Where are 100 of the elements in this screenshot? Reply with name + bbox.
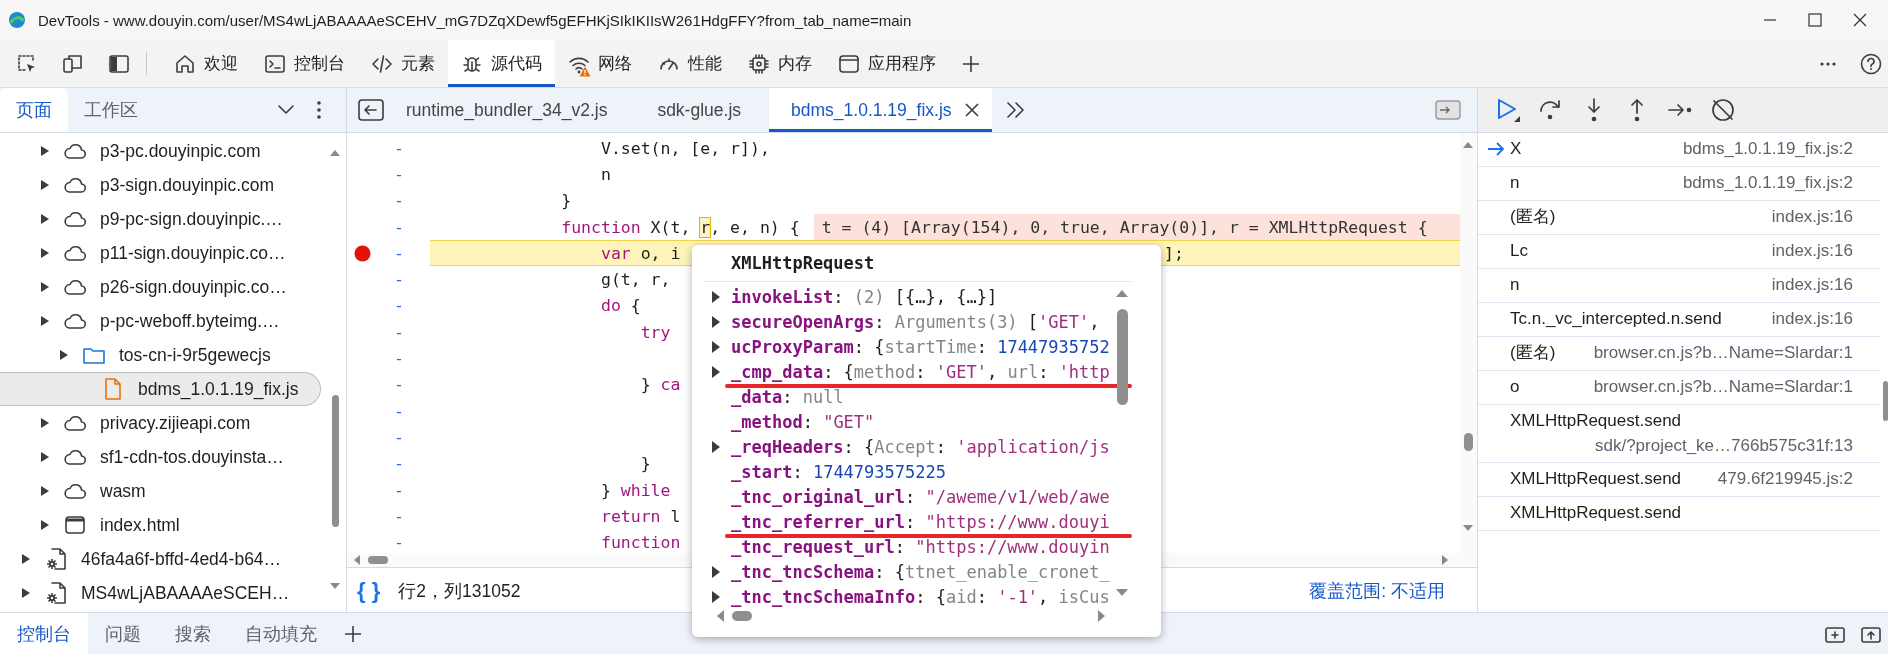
scroll-up-icon[interactable] — [1116, 289, 1128, 297]
tree-item[interactable]: tos-cn-i-9r5gewecjs — [0, 338, 321, 372]
maximize-icon[interactable] — [1808, 13, 1822, 27]
sidebar-tab[interactable]: 工作区 — [68, 88, 154, 132]
scroll-up-icon[interactable] — [1463, 141, 1473, 148]
code-line: ]; — [1164, 243, 1184, 263]
expand-triangle-icon[interactable] — [711, 564, 721, 579]
call-frame[interactable]: (匿名) index.js:16 — [1478, 201, 1880, 235]
expand-triangle-icon[interactable] — [711, 339, 721, 354]
add-panel-icon[interactable] — [961, 53, 981, 74]
line-number: - — [393, 191, 405, 211]
frame-location: browser.cn.js?b…Name=Slardar:1 — [1593, 342, 1853, 365]
breakpoint-marker[interactable] — [354, 244, 371, 262]
scroll-down-icon[interactable] — [330, 583, 340, 590]
scrollbar-thumb[interactable] — [1117, 309, 1128, 405]
cloud-icon — [63, 142, 87, 160]
drawer-tab[interactable]: 搜索 — [158, 613, 228, 654]
drawer-tab[interactable]: 自动填充 — [228, 613, 334, 654]
expand-triangle-icon[interactable] — [711, 289, 721, 304]
call-frame[interactable]: XMLHttpRequest.send — [1478, 497, 1880, 531]
tree-item[interactable]: p-pc-weboff.byteimg.… — [0, 304, 321, 338]
tree-item[interactable]: wasm — [0, 474, 321, 508]
panel-tab[interactable]: 欢迎 — [161, 40, 251, 87]
deactivate-breakpoints-icon[interactable] — [1710, 97, 1736, 123]
resume-icon[interactable] — [1495, 97, 1521, 123]
scrollbar-thumb[interactable] — [1464, 433, 1473, 451]
file-tab[interactable]: runtime_bundler_34_v2.js — [384, 88, 636, 132]
scroll-right-icon[interactable] — [1442, 555, 1449, 565]
drawer-tab[interactable]: 控制台 — [0, 613, 88, 654]
inline-value: t = (4) [Array(154), 0, true, Array(0)], r = XMLHttpRequest { — [813, 213, 1460, 241]
tree-item[interactable]: MS4wLjABAAAAeSCEH… — [0, 576, 321, 610]
tree-item[interactable]: bdms_1.0.1.19_fix.js — [0, 372, 321, 406]
more-tabs-icon[interactable] — [1005, 102, 1026, 118]
panel-tab[interactable]: 元素 — [358, 40, 448, 87]
toggle-debugger-icon[interactable] — [1435, 99, 1461, 121]
call-frame[interactable]: X bdms_1.0.1.19_fix.js:2 — [1478, 133, 1880, 167]
file-tab[interactable]: bdms_1.0.1.19_fix.js — [769, 88, 992, 132]
scrollbar-thumb[interactable] — [332, 395, 339, 527]
panel-tab[interactable]: 性能 — [645, 40, 735, 87]
line-number: - — [393, 480, 405, 500]
add-tab-icon[interactable] — [344, 624, 362, 643]
tree-item[interactable]: index.html — [0, 508, 321, 542]
frame-location: sdk/?project_ke…766b575c31f:13 — [1595, 434, 1853, 457]
scrollbar-thumb[interactable] — [732, 611, 752, 621]
frame-name: X — [1510, 138, 1522, 161]
panel-tab[interactable]: 源代码 — [448, 40, 555, 87]
more-icon[interactable] — [316, 100, 322, 120]
home-icon — [174, 52, 196, 75]
terminal-icon — [264, 52, 286, 75]
code-line: function — [599, 533, 681, 553]
scrollbar-thumb[interactable] — [368, 556, 388, 564]
call-frame[interactable]: o browser.cn.js?b…Name=Slardar:1 — [1478, 371, 1880, 405]
panel-tab[interactable]: 内存 — [735, 40, 825, 87]
help-icon[interactable] — [1860, 52, 1882, 75]
scroll-left-icon[interactable] — [353, 555, 360, 565]
expand-triangle-icon — [40, 519, 50, 531]
close-icon[interactable] — [1853, 13, 1867, 27]
expand-triangle-icon[interactable] — [711, 364, 721, 379]
panel-tab[interactable]: 应用程序 — [825, 40, 949, 87]
frame-name: (匿名) — [1510, 342, 1556, 365]
cloud-icon — [63, 210, 87, 228]
tree-item[interactable]: sf1-cdn-tos.douyinsta… — [0, 440, 321, 474]
property-row: _tnc_request_url: "https://www.douyin — [731, 536, 1110, 557]
tree-item[interactable]: p26-sign.douyinpic.co… — [0, 270, 321, 304]
tree-item[interactable]: 46fa4a6f-bffd-4ed4-b64… — [0, 542, 321, 576]
scroll-left-icon[interactable] — [716, 610, 724, 622]
call-frame[interactable]: Tc.n._vc_intercepted.n.send index.js:16 — [1478, 303, 1880, 337]
frame-location: index.js:16 — [1771, 308, 1853, 331]
call-frame[interactable]: XMLHttpRequest.send sdk/?project_ke…766b575c31f:13 — [1478, 405, 1880, 463]
scroll-up-icon[interactable] — [330, 149, 340, 156]
file-tab[interactable]: sdk-glue.js — [635, 88, 770, 132]
tree-item[interactable]: p3-pc.douyinpic.com — [0, 134, 321, 168]
tree-item[interactable]: p11-sign.douyinpic.co… — [0, 236, 321, 270]
expand-triangle-icon[interactable] — [711, 589, 721, 604]
sidebar-tab[interactable]: 页面 — [0, 88, 68, 132]
call-frame[interactable]: Lc index.js:16 — [1478, 235, 1880, 269]
sidebar-icon[interactable] — [108, 52, 130, 75]
expand-triangle-icon[interactable] — [711, 439, 721, 454]
line-number: - — [393, 270, 405, 290]
scroll-down-icon[interactable] — [1116, 589, 1128, 597]
scroll-right-icon[interactable] — [1098, 610, 1106, 622]
panel-tab[interactable]: 控制台 — [251, 40, 358, 87]
scroll-down-icon[interactable] — [1463, 525, 1473, 532]
drawer-tab[interactable]: 问题 — [88, 613, 158, 654]
scrollbar-thumb[interactable] — [1883, 381, 1888, 421]
tree-item[interactable]: p3-sign.douyinpic.com — [0, 168, 321, 202]
device-icon[interactable] — [62, 52, 84, 75]
toggle-navigator-icon[interactable] — [358, 99, 384, 121]
coverage-link[interactable]: 覆盖范围: 不适用 — [1309, 579, 1445, 603]
call-frame[interactable]: XMLHttpRequest.send 479.6f219945.js:2 — [1478, 463, 1880, 497]
pretty-print-button[interactable]: { } — [357, 578, 381, 604]
call-frame[interactable]: n bdms_1.0.1.19_fix.js:2 — [1478, 167, 1880, 201]
close-icon[interactable] — [963, 102, 980, 118]
panel-tab[interactable]: 网络 — [555, 40, 645, 87]
chevron-down-icon[interactable] — [278, 105, 294, 115]
call-frame[interactable]: n index.js:16 — [1478, 269, 1880, 303]
tree-item[interactable]: privacy.zijieapi.com — [0, 406, 321, 440]
tree-item[interactable]: p9-pc-sign.douyinpic.… — [0, 202, 321, 236]
expand-triangle-icon[interactable] — [711, 314, 721, 329]
call-frame[interactable]: (匿名) browser.cn.js?b…Name=Slardar:1 — [1478, 337, 1880, 371]
